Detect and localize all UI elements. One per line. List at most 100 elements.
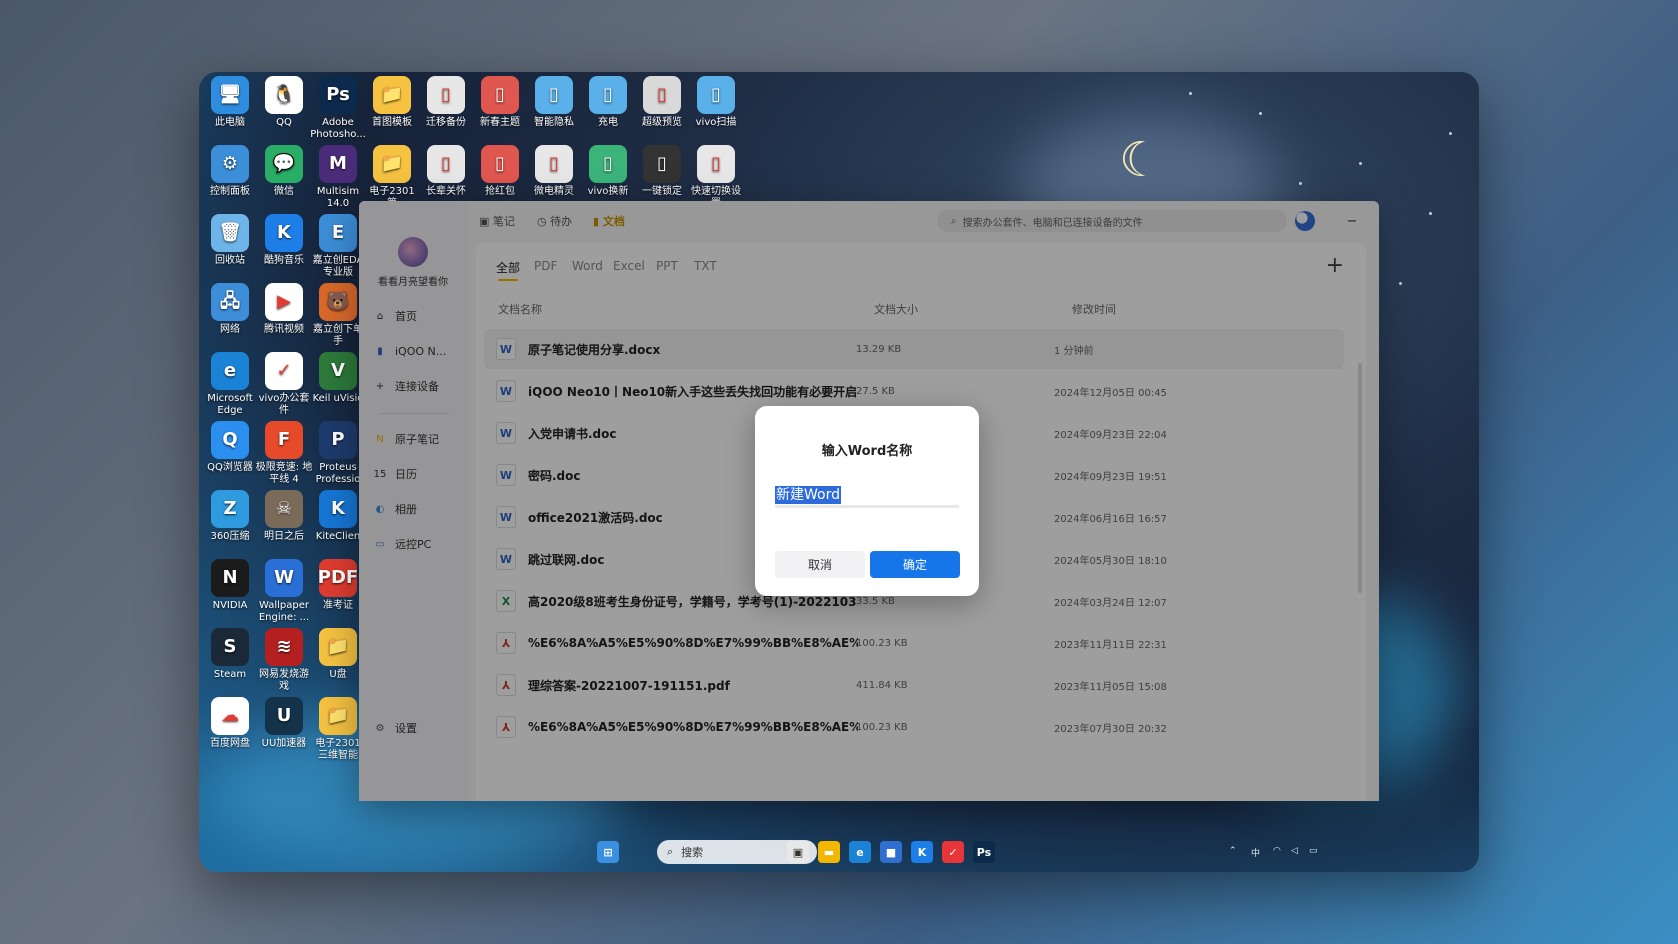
cancel-button[interactable]: 取消 — [775, 551, 865, 578]
desktop-icon-label: vivo办公套件 — [258, 393, 310, 416]
desktop-icon[interactable]: ▶ 腾讯视频 — [255, 283, 313, 336]
desktop-icon[interactable]: ▯ 迁移备份 — [417, 76, 475, 129]
desktop-icon[interactable]: ▯ 长辈关怀 — [417, 145, 475, 198]
taskbar-kugou-icon[interactable]: K — [911, 841, 933, 863]
desktop-icon-label: 此电脑 — [215, 117, 245, 128]
desktop-icon-label: 网络 — [220, 324, 240, 335]
desktop-icon-label: Wallpaper Engine: ... — [258, 600, 310, 623]
desktop-icon[interactable]: 📁 首图模板 — [363, 76, 421, 129]
desktop-icon-label: 智能隐私 — [534, 117, 574, 128]
desktop-icon[interactable]: 🖥 此电脑 — [201, 76, 259, 129]
app-icon: 📁 — [373, 145, 411, 183]
desktop-icon-label: 明日之后 — [264, 531, 304, 542]
tray-chevron-icon[interactable]: ⌃ — [1229, 846, 1237, 856]
desktop-icon[interactable]: ▯ 新春主题 — [471, 76, 529, 129]
desktop-icon[interactable]: ☁ 百度网盘 — [201, 697, 259, 750]
desktop-icon[interactable]: e Microsoft Edge — [201, 352, 259, 417]
app-icon: ▯ — [697, 145, 735, 183]
desktop-icon-label: 迁移备份 — [426, 117, 466, 128]
taskbar-store-icon[interactable]: ■ — [880, 841, 902, 863]
search-icon: ⌕ — [667, 845, 674, 858]
desktop-icon[interactable]: S Steam — [201, 628, 259, 681]
desktop-icon[interactable]: ▯ 微电精灵 — [525, 145, 583, 198]
desktop-icon[interactable]: N NVIDIA — [201, 559, 259, 612]
desktop-icon[interactable]: ▯ vivo换新 — [579, 145, 637, 198]
desktop-icon-label: Steam — [213, 669, 247, 680]
desktop-icon-label: QQ浏览器 — [207, 462, 253, 473]
app-icon: Ps — [319, 76, 357, 114]
desktop-icon[interactable]: W Wallpaper Engine: ... — [255, 559, 313, 624]
app-icon: ▯ — [643, 145, 681, 183]
desktop-icon[interactable]: ⚙ 控制面板 — [201, 145, 259, 198]
desktop-icon-label: 微信 — [274, 186, 294, 197]
wifi-icon[interactable]: ◠ — [1273, 846, 1281, 856]
desktop-icon[interactable]: ▯ 智能隐私 — [525, 76, 583, 129]
battery-icon[interactable]: ▭ — [1309, 846, 1318, 856]
taskbar: ⌕ 搜索 ⊞ ▣ ▬ e ■ K ✓ Ps ⌃ 中 ◠ ◁ ▭ — [199, 832, 1479, 872]
desktop-icon-label: 抢红包 — [485, 186, 515, 197]
desktop-icon[interactable]: Z 360压缩 — [201, 490, 259, 543]
desktop-icon[interactable]: 💬 微信 — [255, 145, 313, 198]
app-icon: ▯ — [481, 76, 519, 114]
app-icon: U — [265, 697, 303, 735]
app-icon: ⚙ — [211, 145, 249, 183]
app-icon: ☁ — [211, 697, 249, 735]
desktop-icon-label: 百度网盘 — [210, 738, 250, 749]
taskbar-start-icon[interactable]: ⊞ — [597, 841, 619, 863]
confirm-button[interactable]: 确定 — [870, 551, 960, 578]
taskbar-vivo-office-icon[interactable]: ✓ — [942, 841, 964, 863]
desktop-icon[interactable]: K 酷狗音乐 — [255, 214, 313, 267]
taskbar-task-view-icon[interactable]: ▣ — [787, 841, 809, 863]
desktop-icon[interactable]: ▯ 抢红包 — [471, 145, 529, 198]
desktop-icon[interactable]: ▯ 一键锁定 — [633, 145, 691, 198]
app-icon: P — [319, 421, 357, 459]
desktop-icon-label: 腾讯视频 — [264, 324, 304, 335]
taskbar-photoshop-icon[interactable]: Ps — [973, 841, 995, 863]
tray-language[interactable]: 中 — [1251, 846, 1260, 859]
desktop-icon[interactable]: ✓ vivo办公套件 — [255, 352, 313, 417]
app-icon: F — [265, 421, 303, 459]
volume-icon[interactable]: ◁ — [1291, 846, 1298, 856]
desktop-icon[interactable]: Ps Adobe Photosho... — [309, 76, 367, 141]
desktop-screen: ☾ 🖥 此电脑 🐧 QQ Ps Adobe Photosho... 📁 首图模板 ▯ 迁移备份 ▯ 新… — [199, 72, 1479, 872]
desktop-icon-label: 充电 — [598, 117, 618, 128]
app-icon: 📁 — [373, 76, 411, 114]
desktop-icon-label: NVIDIA — [212, 600, 248, 611]
app-icon: ▯ — [535, 76, 573, 114]
desktop-icon[interactable]: 🗑 回收站 — [201, 214, 259, 267]
desktop-icon[interactable]: ▯ 超级预览 — [633, 76, 691, 129]
app-icon: ▯ — [535, 145, 573, 183]
app-icon: 🐧 — [265, 76, 303, 114]
app-icon: 🖥 — [211, 76, 249, 114]
app-icon: K — [265, 214, 303, 252]
app-icon: ✓ — [265, 352, 303, 390]
taskbar-file-explorer-icon[interactable]: ▬ — [818, 841, 840, 863]
app-icon: E — [319, 214, 357, 252]
desktop-icon[interactable]: ☠ 明日之后 — [255, 490, 313, 543]
star — [1359, 162, 1362, 165]
desktop-icon-label: 360压缩 — [210, 531, 250, 542]
desktop-icon-label: 首图模板 — [372, 117, 412, 128]
desktop-icon[interactable]: F 极限竞速: 地平线 4 — [255, 421, 313, 486]
taskbar-edge-icon[interactable]: e — [849, 841, 871, 863]
desktop-icon[interactable]: 🖧 网络 — [201, 283, 259, 336]
app-icon: 🖧 — [211, 283, 249, 321]
app-icon: M — [319, 145, 357, 183]
app-icon: Q — [211, 421, 249, 459]
app-icon: N — [211, 559, 249, 597]
rename-dialog: 输入Word名称 新建Word 取消 确定 — [755, 406, 979, 596]
desktop-icon[interactable]: ▯ 充电 — [579, 76, 637, 129]
desktop-icon-label: UU加速器 — [261, 738, 307, 749]
desktop-icon-label: 新春主题 — [480, 117, 520, 128]
desktop-icon[interactable]: ≋ 网易发烧游戏 — [255, 628, 313, 693]
app-icon: 🗑 — [211, 214, 249, 252]
word-name-value[interactable]: 新建Word — [775, 486, 841, 504]
desktop-icon[interactable]: ▯ vivo扫描 — [687, 76, 745, 129]
app-icon: ☠ — [265, 490, 303, 528]
desktop-icon-label: 超级预览 — [642, 117, 682, 128]
desktop-icon[interactable]: Q QQ浏览器 — [201, 421, 259, 474]
app-icon: 🐻 — [319, 283, 357, 321]
desktop-icon[interactable]: U UU加速器 — [255, 697, 313, 750]
desktop-icon[interactable]: 🐧 QQ — [255, 76, 313, 129]
app-icon: e — [211, 352, 249, 390]
